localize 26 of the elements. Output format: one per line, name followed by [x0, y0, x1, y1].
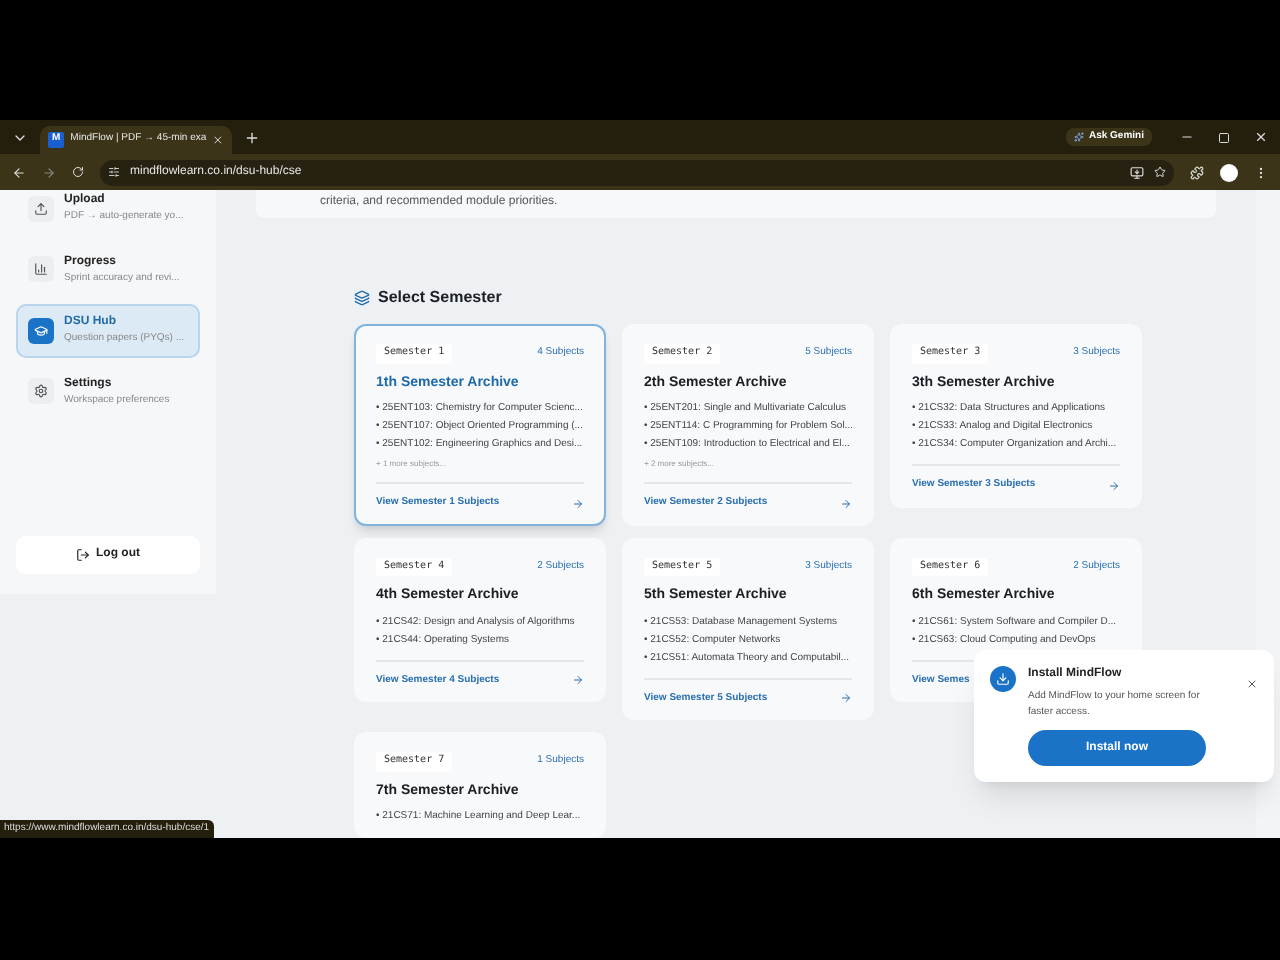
settings-icon: [34, 384, 48, 399]
bookmark-icon[interactable]: [1154, 166, 1166, 178]
bar-chart-icon: [34, 262, 48, 277]
section-title: Select Semester: [378, 286, 502, 310]
minimize-icon[interactable]: [1180, 130, 1194, 144]
upload-icon: [34, 201, 48, 216]
semester-card[interactable]: [622, 324, 874, 525]
menu-icon[interactable]: [1254, 165, 1268, 179]
site-settings-icon[interactable]: [108, 166, 120, 178]
extensions-icon[interactable]: [1190, 165, 1204, 179]
maximize-icon[interactable]: [1218, 131, 1230, 143]
close-icon[interactable]: [1246, 678, 1258, 690]
download-icon: [996, 672, 1010, 686]
install-app-icon[interactable]: [1130, 165, 1144, 179]
reload-icon[interactable]: [72, 166, 84, 178]
close-window-icon[interactable]: [1254, 130, 1268, 144]
logout-icon: [76, 548, 90, 562]
back-icon[interactable]: [12, 165, 26, 179]
semester-card[interactable]: [354, 324, 606, 525]
forward-icon[interactable]: [42, 165, 56, 179]
graduation-cap-icon: [34, 323, 48, 338]
close-tab-icon[interactable]: [212, 134, 224, 146]
layers-icon: [354, 290, 370, 306]
new-tab-icon[interactable]: [244, 129, 260, 145]
sparkle-icon: [1074, 132, 1085, 142]
profile-avatar[interactable]: [1220, 163, 1238, 181]
